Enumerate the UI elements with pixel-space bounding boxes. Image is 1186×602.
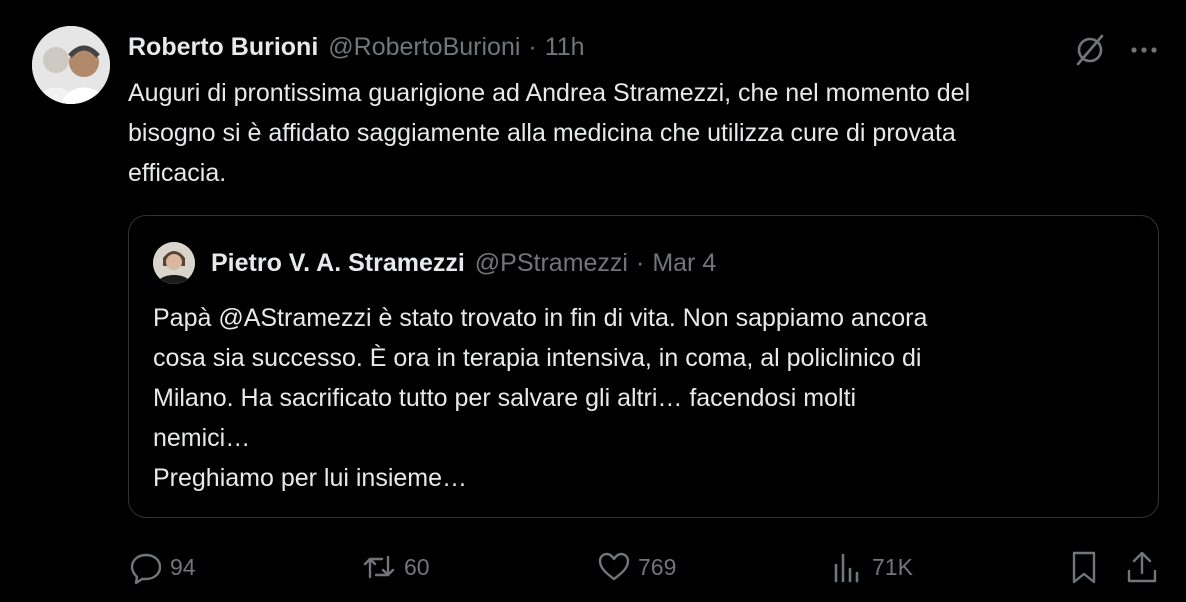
author-name[interactable]: Roberto Burioni	[128, 30, 318, 64]
repost-icon	[363, 555, 395, 579]
quoted-text-line: nemici…	[153, 424, 251, 452]
header-separator: ·	[528, 33, 537, 61]
tweet[interactable]: Roberto Burioni @RobertoBurioni · 11h Au…	[0, 0, 1186, 602]
like-count: 769	[638, 553, 677, 580]
quoted-header: Pietro V. A. Stramezzi @PStramezzi · Mar…	[211, 246, 716, 280]
tweet-text-line: efficacia.	[128, 159, 227, 187]
quoted-text: Papà @AStramezzi è stato trovato in fin …	[153, 298, 1143, 498]
views-count: 71K	[872, 553, 913, 580]
grok-icon[interactable]	[1070, 30, 1110, 70]
quoted-tweet[interactable]: Pietro V. A. Stramezzi @PStramezzi · Mar…	[128, 215, 1159, 518]
tweet-header: Roberto Burioni @RobertoBurioni · 11h	[128, 30, 585, 64]
quoted-date: Mar 4	[652, 248, 717, 277]
more-icon[interactable]	[1124, 30, 1164, 70]
tweet-time[interactable]: 11h	[545, 30, 585, 64]
author-avatar[interactable]	[32, 26, 110, 104]
repost-button[interactable]: 60	[360, 545, 430, 589]
quoted-text-line: Milano. Ha sacrificato tutto per salvare…	[153, 384, 857, 412]
share-button[interactable]	[1124, 545, 1166, 589]
quoted-header-separator: ·	[635, 248, 645, 277]
quoted-text-line: Preghiamo per lui insieme…	[153, 464, 468, 492]
bookmark-icon	[1072, 551, 1096, 584]
bookmark-button[interactable]	[1066, 545, 1108, 589]
quoted-text-line: Papà @AStramezzi è stato trovato in fin …	[153, 304, 928, 332]
action-bar: 94 60 769 71K	[0, 545, 1186, 589]
views-button[interactable]: 71K	[830, 545, 913, 589]
author-handle[interactable]: @RobertoBurioni	[328, 30, 520, 64]
tweet-text-line: Auguri di prontissima guarigione ad Andr…	[128, 79, 971, 107]
tweet-text: Auguri di prontissima guarigione ad Andr…	[128, 73, 1168, 193]
like-button[interactable]: 769	[596, 545, 676, 589]
views-icon	[834, 553, 859, 583]
quoted-author-name: Pietro V. A. Stramezzi	[211, 248, 465, 277]
tweet-text-line: bisogno si è affidato saggiamente alla m…	[128, 119, 956, 147]
reply-button[interactable]: 94	[128, 545, 196, 589]
repost-count: 60	[404, 553, 430, 580]
heart-icon	[598, 552, 630, 581]
reply-icon	[130, 553, 162, 585]
reply-count: 94	[170, 553, 196, 580]
quoted-text-line: cosa sia successo. È ora in terapia inte…	[153, 344, 922, 372]
quoted-author-handle: @PStramezzi	[474, 248, 628, 277]
share-icon	[1127, 551, 1157, 583]
quoted-author-avatar	[153, 242, 195, 284]
